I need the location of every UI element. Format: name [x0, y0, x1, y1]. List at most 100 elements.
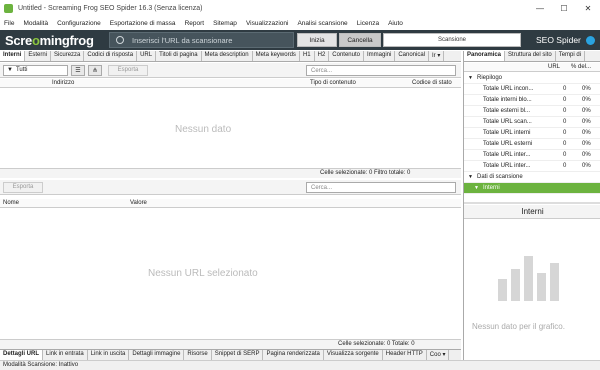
- tab-view-source[interactable]: Visualizza sorgente: [323, 350, 383, 360]
- chevron-down-icon: ▼: [474, 185, 479, 191]
- main-toolbar: Screomingfrog Inserisci l'URL da scansio…: [0, 30, 600, 50]
- search-input[interactable]: Cerca...: [306, 65, 456, 76]
- tab-more[interactable]: Ir ▾: [429, 51, 445, 61]
- minimize-button[interactable]: —: [528, 0, 552, 17]
- summary-row[interactable]: Totale interni blo... 0 0%: [464, 95, 600, 106]
- chart-empty-message: Nessun dato per il grafico.: [472, 322, 565, 331]
- col-percent[interactable]: % del...: [571, 64, 591, 70]
- tab-overview[interactable]: Panoramica: [464, 51, 506, 61]
- section-summary[interactable]: ▼ Riepilogo: [464, 73, 600, 84]
- tab-site-structure[interactable]: Struttura del sito: [505, 51, 556, 61]
- tab-external[interactable]: Esterni: [25, 51, 52, 61]
- selected-row-label: Interni: [483, 185, 500, 191]
- chevron-down-icon: ▼: [468, 174, 473, 180]
- tab-canonical[interactable]: Canonical: [395, 51, 430, 61]
- tab-meta-keywords[interactable]: Meta keywords: [252, 51, 300, 61]
- menu-report[interactable]: Report: [185, 20, 205, 27]
- url-placeholder: Inserisci l'URL da scansionare: [132, 35, 233, 45]
- main-tabs: Interni Esterni Sicurezza Codici di risp…: [0, 51, 461, 62]
- export-button[interactable]: Esporta: [108, 64, 148, 76]
- row-pct: 0%: [582, 152, 591, 158]
- filter-dropdown[interactable]: ▼ Tutti: [3, 64, 68, 76]
- tab-outlinks[interactable]: Link in uscita: [87, 350, 130, 360]
- tab-rendered-page[interactable]: Pagina renderizzata: [263, 350, 324, 360]
- bottom-empty-message: Nessun URL selezionato: [148, 268, 258, 279]
- start-button[interactable]: Inizia: [297, 33, 337, 47]
- top-status-strip: Celle selezionate: 0 Filtro totale: 0: [0, 168, 461, 178]
- menu-views[interactable]: Visualizzazioni: [246, 20, 289, 27]
- row-pct: 0%: [582, 130, 591, 136]
- menu-file[interactable]: File: [4, 20, 14, 27]
- tab-page-titles[interactable]: Titoli di pagina: [156, 51, 202, 61]
- tab-h1[interactable]: H1: [299, 51, 315, 61]
- tree-view-icon[interactable]: ⋔: [88, 64, 102, 76]
- summary-row[interactable]: Totale URL esterni 0 0%: [464, 139, 600, 150]
- tab-response-codes[interactable]: Codici di risposta: [84, 51, 138, 61]
- top-filter-bar: ▼ Tutti ☰ ⋔ Esporta Cerca...: [0, 63, 461, 78]
- twitter-icon[interactable]: [586, 36, 595, 45]
- close-button[interactable]: ✕: [576, 0, 600, 17]
- cancel-button[interactable]: Cancella: [339, 33, 381, 47]
- tab-cookies[interactable]: Coo ▾: [426, 350, 450, 360]
- summary-row[interactable]: Totale esterni bl... 0 0%: [464, 106, 600, 117]
- summary-row[interactable]: Totale URL inter... 0 0%: [464, 161, 600, 172]
- bottom-grid-header: Nome Valore: [0, 199, 461, 208]
- col-url-count[interactable]: URL: [548, 64, 560, 70]
- section-scan-label: Dati di scansione: [477, 174, 523, 180]
- menu-sitemap[interactable]: Sitemap: [213, 20, 237, 27]
- frog-app-icon: [4, 4, 13, 13]
- row-pct: 0%: [582, 141, 591, 147]
- menu-bulk-export[interactable]: Esportazione di massa: [110, 20, 176, 27]
- row-label: Totale URL inter...: [483, 152, 531, 158]
- row-label: Totale URL esterni: [483, 141, 533, 147]
- tab-image-details[interactable]: Dettagli immagine: [129, 350, 185, 360]
- row-url: 0: [563, 108, 567, 114]
- col-status-code[interactable]: Codice di stato: [412, 80, 452, 86]
- bottom-export-button[interactable]: Esporta: [3, 181, 43, 193]
- tab-resources[interactable]: Risorse: [184, 350, 212, 360]
- tab-response-times[interactable]: Tempi di: [555, 51, 586, 61]
- menu-configuration[interactable]: Configurazione: [57, 20, 101, 27]
- selected-row-internal[interactable]: ▼ Interni: [464, 183, 600, 194]
- tab-inlinks[interactable]: Link in entrata: [43, 350, 88, 360]
- empty-chart-icon: [498, 251, 559, 301]
- tab-security[interactable]: Sicurezza: [51, 51, 85, 61]
- tab-meta-description[interactable]: Meta description: [201, 51, 253, 61]
- url-input[interactable]: Inserisci l'URL da scansionare: [109, 32, 294, 48]
- tab-url[interactable]: URL: [137, 51, 157, 61]
- tab-internal[interactable]: Interni: [0, 51, 26, 61]
- summary-row[interactable]: Totale URL incon... 0 0%: [464, 84, 600, 95]
- menu-bar: File Modalità Configurazione Esportazion…: [0, 17, 600, 30]
- panel-splitter[interactable]: [464, 202, 600, 204]
- funnel-icon: ▼: [7, 67, 13, 73]
- window-title: Untitled - Screaming Frog SEO Spider 16.…: [18, 5, 203, 12]
- row-label: Totale interni blo...: [483, 97, 532, 103]
- section-summary-label: Riepilogo: [477, 75, 503, 81]
- tab-images[interactable]: Immagini: [363, 51, 396, 61]
- tab-content[interactable]: Contenuto: [329, 51, 364, 61]
- section-scan-data[interactable]: ▼ Dati di scansione: [464, 172, 600, 183]
- menu-help[interactable]: Aiuto: [388, 20, 403, 27]
- tab-url-details[interactable]: Dettagli URL: [0, 350, 43, 360]
- bottom-search-input[interactable]: Cerca...: [306, 182, 456, 193]
- tab-serp-snippet[interactable]: Snippet di SERP: [211, 350, 264, 360]
- col-name[interactable]: Nome: [3, 200, 19, 206]
- tab-h2[interactable]: H2: [314, 51, 330, 61]
- row-pct: 0%: [582, 86, 591, 92]
- summary-row[interactable]: Totale URL interni 0 0%: [464, 128, 600, 139]
- top-selection-status: Celle selezionate: 0 Filtro totale: 0: [320, 170, 411, 176]
- summary-row[interactable]: Totale URL scan... 0 0%: [464, 117, 600, 128]
- menu-crawl-analysis[interactable]: Analisi scansione: [297, 20, 347, 27]
- row-pct: 0%: [582, 108, 591, 114]
- row-url: 0: [563, 152, 567, 158]
- col-address[interactable]: Indirizzo: [52, 80, 74, 86]
- tab-http-headers[interactable]: Header HTTP: [382, 350, 427, 360]
- maximize-button[interactable]: ☐: [552, 0, 576, 17]
- summary-row[interactable]: Totale URL inter... 0 0%: [464, 150, 600, 161]
- list-view-icon[interactable]: ☰: [71, 64, 85, 76]
- menu-license[interactable]: Licenza: [357, 20, 379, 27]
- bottom-filter-bar: Esporta Cerca...: [0, 180, 461, 195]
- col-content-type[interactable]: Tipo di contenuto: [310, 80, 356, 86]
- menu-mode[interactable]: Modalità: [23, 20, 48, 27]
- col-value[interactable]: Valore: [130, 200, 147, 206]
